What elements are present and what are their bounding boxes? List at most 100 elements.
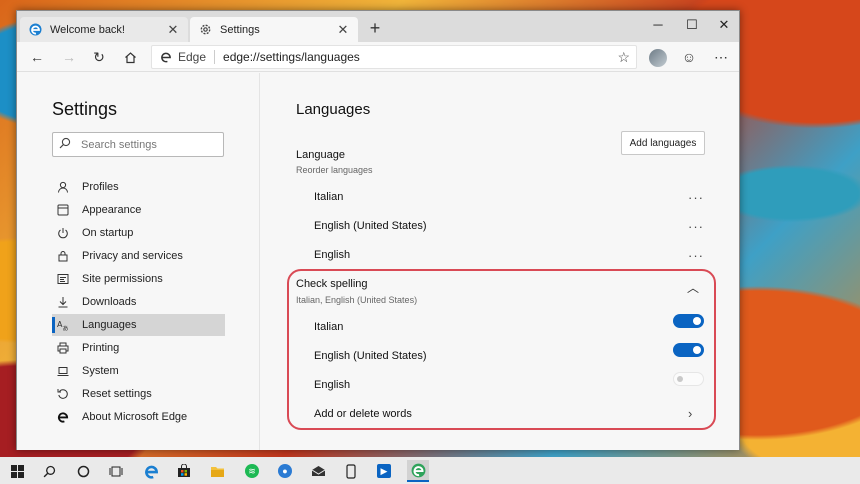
spellcheck-toggle-english-us[interactable] — [673, 343, 704, 357]
edge-beta-taskbar-icon[interactable] — [407, 460, 429, 482]
spellcheck-toggle-italian[interactable] — [673, 314, 704, 328]
sidebar-item-about[interactable]: About Microsoft Edge — [52, 406, 225, 428]
spellcheck-toggle-english[interactable] — [673, 372, 704, 386]
tab-welcome[interactable]: Welcome back! ✕ — [20, 17, 188, 42]
list-item: Italian — [314, 317, 704, 337]
spelling-language-name: English (United States) — [314, 350, 427, 362]
more-options-icon[interactable]: ··· — [688, 248, 704, 263]
browser-window: Welcome back! ✕ Settings ✕ + ─ ☐ ✕ ← → ↻… — [16, 10, 740, 450]
cortana-icon[interactable] — [72, 460, 94, 482]
add-delete-words-link[interactable]: Add or delete words — [314, 404, 704, 424]
search-icon[interactable] — [38, 460, 60, 482]
settings-page: Settings Search settings Profiles Appear… — [17, 73, 739, 450]
language-name: English (United States) — [314, 220, 427, 232]
back-button[interactable]: ← — [25, 45, 49, 69]
forward-button[interactable]: → — [57, 45, 81, 69]
maximize-button[interactable]: ☐ — [675, 13, 709, 37]
languages-icon: Aあ — [56, 318, 70, 332]
more-options-icon[interactable]: ··· — [688, 190, 704, 205]
star-icon[interactable]: ☆ — [617, 49, 630, 66]
close-tab-icon[interactable]: ✕ — [166, 22, 180, 38]
sidebar-item-appearance[interactable]: Appearance — [52, 199, 225, 221]
task-view-icon[interactable] — [105, 460, 127, 482]
sidebar-item-printing[interactable]: Printing — [52, 337, 225, 359]
close-tab-icon[interactable]: ✕ — [336, 22, 350, 38]
mail-icon[interactable] — [307, 460, 329, 482]
spelling-language-name: Italian — [314, 321, 344, 333]
site-label: Edge — [178, 50, 207, 64]
sidebar-item-profiles[interactable]: Profiles — [52, 176, 225, 198]
list-item: English ··· — [314, 245, 704, 265]
windows-start-icon[interactable] — [6, 460, 28, 482]
phone-icon[interactable] — [340, 460, 362, 482]
site-identity[interactable]: Edge — [152, 50, 216, 64]
edge-taskbar-icon[interactable] — [140, 460, 162, 482]
language-name: English — [314, 249, 351, 261]
list-item: Italian ··· — [314, 187, 704, 207]
sidebar-item-label: Privacy and services — [82, 250, 183, 262]
tab-title: Settings — [220, 23, 260, 36]
list-item: English (United States) — [314, 346, 704, 366]
page-title: Languages — [296, 101, 371, 118]
app-icon[interactable]: ● — [274, 460, 296, 482]
list-item: English (United States) ··· — [314, 216, 704, 236]
sidebar-item-on-startup[interactable]: On startup — [52, 222, 225, 244]
home-icon — [124, 51, 136, 63]
edge-icon — [56, 410, 70, 424]
close-window-button[interactable]: ✕ — [707, 13, 741, 37]
spelling-section-title[interactable]: Check spelling — [296, 278, 368, 290]
language-name: Italian — [314, 191, 344, 203]
sidebar-title: Settings — [52, 99, 118, 119]
sidebar-item-reset[interactable]: Reset settings — [52, 383, 225, 405]
store-icon[interactable] — [173, 460, 195, 482]
sidebar-item-label: Languages — [82, 319, 137, 331]
chevron-up-icon[interactable]: ︿ — [687, 279, 699, 296]
address-bar[interactable]: Edge edge://settings/languages ☆ — [151, 45, 637, 69]
refresh-button[interactable]: ↻ — [87, 45, 111, 69]
edge-icon — [28, 23, 42, 37]
sidebar-item-label: Printing — [82, 342, 120, 354]
sidebar-item-label: Site permissions — [82, 273, 163, 285]
sidebar-item-label: Downloads — [82, 296, 137, 308]
site-permissions-icon — [56, 272, 70, 286]
sidebar-item-label: Reset settings — [82, 388, 152, 400]
svg-text:あ: あ — [63, 326, 69, 332]
reset-icon — [56, 387, 70, 401]
chevron-right-icon: › — [688, 406, 693, 421]
spelling-section-subtitle: Italian, English (United States) — [296, 295, 418, 305]
search-input[interactable]: Search settings — [52, 132, 224, 157]
power-icon — [56, 226, 70, 240]
edge-icon — [161, 52, 171, 63]
sidebar-item-label: System — [82, 365, 119, 377]
words-link-label: Add or delete words — [314, 408, 412, 420]
tab-settings[interactable]: Settings ✕ — [190, 17, 358, 42]
language-section-title: Language — [296, 149, 345, 161]
taskbar: ≋ ● ▶ — [0, 457, 860, 484]
file-explorer-icon[interactable] — [206, 460, 228, 482]
movies-icon[interactable]: ▶ — [373, 460, 395, 482]
avatar[interactable] — [649, 49, 667, 67]
sidebar-item-label: About Microsoft Edge — [82, 411, 188, 423]
sidebar-item-label: On startup — [82, 227, 134, 239]
download-icon — [56, 295, 70, 309]
settings-sidebar: Settings Search settings Profiles Appear… — [17, 73, 260, 450]
new-tab-button[interactable]: + — [364, 17, 386, 39]
minimize-button[interactable]: ─ — [641, 13, 675, 37]
sidebar-item-privacy[interactable]: Privacy and services — [52, 245, 225, 267]
printer-icon — [56, 341, 70, 355]
sidebar-item-system[interactable]: System — [52, 360, 225, 382]
language-section-subtitle: Reorder languages — [296, 165, 373, 175]
spotify-icon[interactable]: ≋ — [241, 460, 263, 482]
sidebar-item-languages[interactable]: Aあ Languages — [52, 314, 225, 336]
sidebar-item-site-permissions[interactable]: Site permissions — [52, 268, 225, 290]
sidebar-item-downloads[interactable]: Downloads — [52, 291, 225, 313]
more-options-icon[interactable]: ··· — [688, 219, 704, 234]
feedback-smiley-icon[interactable]: ☺ — [677, 45, 701, 69]
add-languages-button[interactable]: Add languages — [621, 131, 705, 155]
more-options-button[interactable]: ⋯ — [709, 45, 733, 69]
url-text[interactable]: edge://settings/languages — [215, 50, 360, 64]
languages-panel: Languages Language Reorder languages Add… — [260, 73, 740, 450]
sidebar-item-label: Profiles — [82, 181, 119, 193]
home-button[interactable] — [118, 45, 142, 69]
tab-strip: Welcome back! ✕ Settings ✕ + ─ ☐ ✕ — [17, 11, 739, 42]
